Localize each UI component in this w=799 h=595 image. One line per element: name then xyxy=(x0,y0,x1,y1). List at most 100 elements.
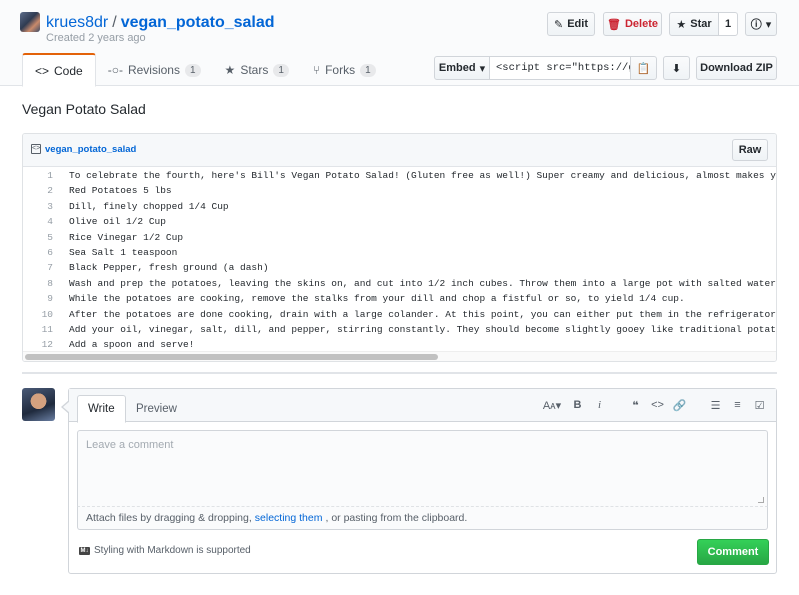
tab-write[interactable]: Write xyxy=(77,395,126,423)
attach-files-bar[interactable]: Attach files by dragging & dropping, sel… xyxy=(77,506,768,530)
stars-count: 1 xyxy=(273,63,289,77)
line-number[interactable]: 6 xyxy=(23,245,63,260)
gist-title: krues8dr / vegan_potato_salad xyxy=(46,13,275,33)
code-line: 7 Black Pepper, fresh ground (a dash) xyxy=(23,260,776,275)
code-icon: <> xyxy=(35,63,50,78)
copy-button[interactable]: 📋 xyxy=(630,56,657,80)
line-number[interactable]: 3 xyxy=(23,199,63,214)
quote-icon[interactable]: ❝ xyxy=(629,398,642,412)
tab-code-label: Code xyxy=(54,63,83,78)
attach-text-after: , or pasting from the clipboard. xyxy=(325,512,468,524)
code-line: 1 To celebrate the fourth, here's Bill's … xyxy=(23,168,776,183)
tab-code[interactable]: <> Code xyxy=(22,53,96,87)
resize-handle[interactable] xyxy=(758,497,764,503)
code-line: 11 Add your oil, vinegar, salt, dill, and… xyxy=(23,322,777,337)
select-files-link[interactable]: selecting them xyxy=(255,512,323,524)
line-content: Olive oil 1/2 Cup xyxy=(69,216,166,228)
line-number[interactable]: 4 xyxy=(23,214,63,229)
line-content: Rice Vinegar 1/2 Cup xyxy=(69,231,184,243)
link-icon[interactable]: 🔗 xyxy=(673,398,687,412)
line-number[interactable]: 9 xyxy=(23,291,63,306)
code-icon[interactable]: <> xyxy=(651,398,664,412)
pencil-icon: ✎ xyxy=(554,18,564,31)
code-line: 2 Red Potatoes 5 lbs xyxy=(23,183,776,198)
markdown-toolbar: Aᴀ▾ B i ❝ <> 🔗 ☰ ≡ ☑ xyxy=(542,398,766,412)
comment-tabs: Write Preview Aᴀ▾ B i ❝ <> 🔗 ☰ ≡ ☑ xyxy=(69,389,776,423)
numbered-list-icon[interactable]: ≡ xyxy=(731,398,744,412)
bold-icon[interactable]: B xyxy=(571,398,584,412)
edit-button[interactable]: ✎ Edit xyxy=(547,12,595,36)
alert-icon: ⓘ xyxy=(750,19,762,31)
delete-label: Delete xyxy=(624,18,658,30)
gist-header: krues8dr / vegan_potato_salad Created 2 ye… xyxy=(0,0,799,87)
comment-textarea[interactable]: Leave a comment xyxy=(77,430,768,506)
scrollbar-thumb[interactable] xyxy=(25,354,438,360)
file-code-icon: <> xyxy=(31,144,41,154)
user-avatar[interactable] xyxy=(22,388,55,421)
file-header: <> vegan_potato_salad Raw xyxy=(23,134,776,167)
owner-link[interactable]: krues8dr xyxy=(46,14,108,31)
italic-icon[interactable]: i xyxy=(593,398,606,412)
bulleted-list-icon[interactable]: ☰ xyxy=(709,398,722,412)
code-lines: 1 To celebrate the fourth, here's Bill's … xyxy=(23,168,777,353)
star-count[interactable]: 1 xyxy=(718,12,738,36)
line-content: Sea Salt 1 teaspoon xyxy=(69,246,178,258)
tab-revisions-label: Revisions xyxy=(127,63,180,77)
line-number[interactable]: 7 xyxy=(23,260,63,275)
star-icon: ★ xyxy=(676,18,687,31)
star-button[interactable]: ★ Star xyxy=(669,12,719,36)
line-number[interactable]: 1 xyxy=(23,168,63,183)
line-number[interactable]: 8 xyxy=(23,276,63,291)
title-separator: / xyxy=(112,14,117,31)
file-box: <> vegan_potato_salad Raw 1 To celebrate … xyxy=(22,133,777,362)
line-content: After the potatoes are done cooking, dra… xyxy=(69,308,776,320)
gist-description: Vegan Potato Salad xyxy=(22,101,146,117)
line-content: Dill, finely chopped 1/4 Cup xyxy=(69,200,229,212)
tab-stars[interactable]: ★ Stars 1 xyxy=(213,53,301,87)
line-number[interactable]: 10 xyxy=(23,307,63,322)
revisions-icon: -○- xyxy=(107,63,123,77)
open-desktop-button[interactable]: ⬇ xyxy=(663,56,690,80)
comment-submit-button[interactable]: Comment xyxy=(697,539,769,565)
code-line: 3 Dill, finely chopped 1/4 Cup xyxy=(23,199,776,214)
tab-preview[interactable]: Preview xyxy=(126,395,187,423)
section-divider xyxy=(22,372,777,374)
attach-text-before: Attach files by dragging & dropping, xyxy=(86,512,252,524)
clipboard-icon: 📋 xyxy=(636,62,651,75)
fork-icon: ⑂ xyxy=(312,63,321,77)
tab-forks[interactable]: ⑂ Forks 1 xyxy=(301,53,388,87)
created-time: Created 2 years ago xyxy=(46,32,146,44)
star-label: Star xyxy=(690,18,712,30)
comment-form: Write Preview Aᴀ▾ B i ❝ <> 🔗 ☰ ≡ ☑ Leave… xyxy=(61,388,777,574)
delete-button[interactable]: 🗑 Delete xyxy=(603,12,662,36)
desktop-download-icon: ⬇ xyxy=(671,62,682,75)
owner-avatar[interactable] xyxy=(20,12,40,32)
embed-url-input[interactable]: <script src="https://gist. xyxy=(489,56,631,80)
download-zip-button[interactable]: Download ZIP xyxy=(696,56,777,80)
embed-dropdown[interactable]: Embed ▾ xyxy=(434,56,490,80)
code-line: 6 Sea Salt 1 teaspoon xyxy=(23,245,776,260)
horizontal-scrollbar[interactable] xyxy=(23,351,776,361)
text-size-icon[interactable]: Aᴀ▾ xyxy=(542,398,562,412)
line-content: Add your oil, vinegar, salt, dill, and p… xyxy=(69,323,777,335)
file-name-link[interactable]: vegan_potato_salad xyxy=(45,144,136,155)
forks-count: 1 xyxy=(360,63,376,77)
notifications-button[interactable]: ⓘ ▾ xyxy=(745,12,777,36)
code-line: 4 Olive oil 1/2 Cup xyxy=(23,214,776,229)
line-number[interactable]: 2 xyxy=(23,183,63,198)
tab-revisions[interactable]: -○- Revisions 1 xyxy=(96,53,213,87)
line-content: Red Potatoes 5 lbs xyxy=(69,185,172,197)
line-number[interactable]: 5 xyxy=(23,230,63,245)
line-number[interactable]: 11 xyxy=(23,322,63,337)
task-list-icon[interactable]: ☑ xyxy=(753,398,766,412)
tab-forks-label: Forks xyxy=(325,63,356,77)
gist-tabs: <> Code -○- Revisions 1 ★ Stars 1 ⑂ Fork… xyxy=(22,53,388,87)
raw-button[interactable]: Raw xyxy=(732,139,768,161)
edit-label: Edit xyxy=(567,18,588,30)
markdown-note[interactable]: M↓ Styling with Markdown is supported xyxy=(79,545,251,556)
tab-stars-label: Stars xyxy=(240,63,269,77)
code-line: 10 After the potatoes are done cooking, d… xyxy=(23,307,776,322)
gist-name-link[interactable]: vegan_potato_salad xyxy=(121,14,275,31)
markdown-note-text: Styling with Markdown is supported xyxy=(94,545,251,556)
trash-icon: 🗑 xyxy=(607,18,621,31)
